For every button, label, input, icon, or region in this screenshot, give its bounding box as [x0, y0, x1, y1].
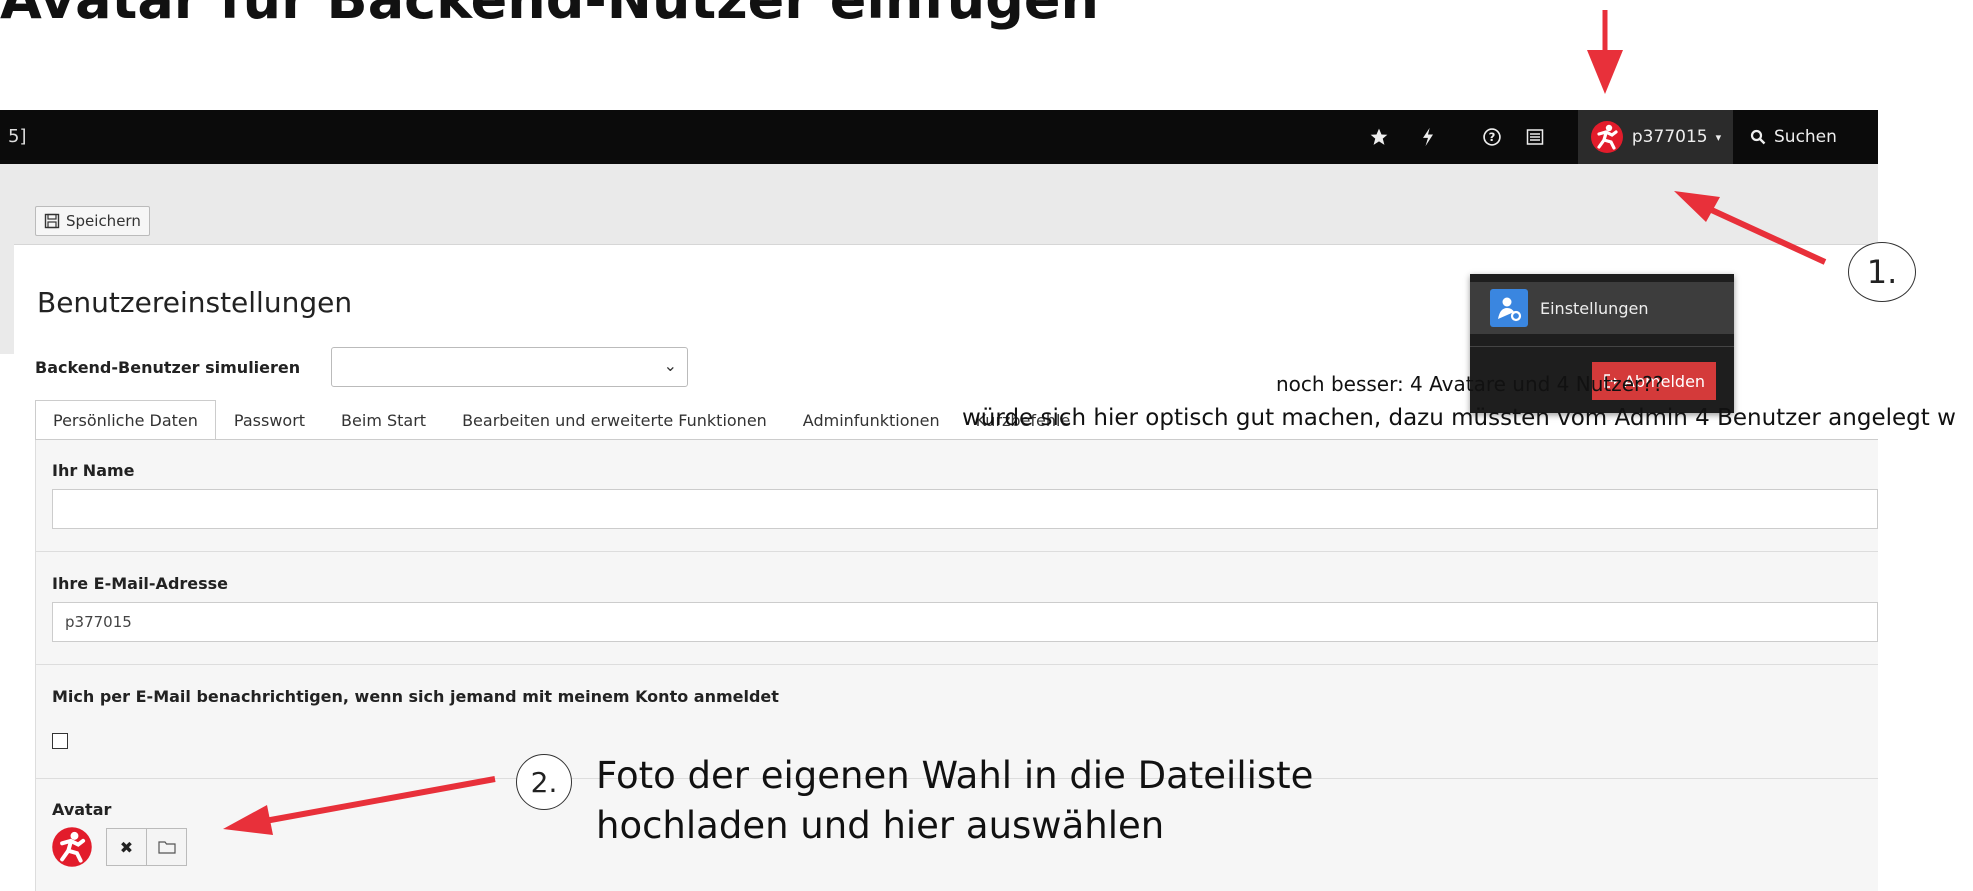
avatar-actions: ✖ — [106, 828, 187, 866]
avatar-icon — [1590, 121, 1623, 153]
step-2-label: 2. — [530, 765, 558, 799]
close-icon: ✖ — [119, 837, 134, 857]
select-avatar-button[interactable] — [147, 829, 186, 865]
email-value: p377015 — [65, 613, 132, 631]
annotation-note-2: würde sich hier optisch gut machen, dazu… — [962, 405, 1956, 431]
top-toolbar: 5] ? p377015 ▾ Suchen — [0, 110, 1878, 164]
user-settings-icon — [1490, 289, 1528, 327]
top-arrow — [1587, 10, 1623, 94]
tab-label: Beim Start — [341, 410, 427, 430]
notify-label: Mich per E-Mail benachrichtigen, wenn si… — [52, 687, 779, 706]
bookmarks-button[interactable] — [1354, 110, 1404, 164]
arrow-to-avatar — [223, 776, 496, 835]
simulate-user-select[interactable]: ⌄ — [331, 347, 688, 387]
svg-text:?: ? — [1489, 130, 1496, 144]
instruction-line-2: hochladen und hier auswählen — [596, 804, 1165, 847]
simulate-user-label: Backend-Benutzer simulieren — [35, 358, 301, 377]
step-1-label: 1. — [1866, 253, 1898, 291]
system-info-button[interactable] — [1514, 110, 1556, 164]
field-divider — [35, 551, 1878, 552]
help-button[interactable]: ? — [1470, 110, 1514, 164]
instruction-line-1: Foto der eigenen Wahl in die Dateiliste — [596, 754, 1314, 797]
tab-bar: Persönliche Daten Passwort Beim Start Be… — [35, 400, 1088, 440]
topbar-left-text: 5] — [8, 126, 27, 147]
remove-avatar-button[interactable]: ✖ — [107, 829, 147, 865]
tab-label: Persönliche Daten — [53, 410, 198, 430]
tab-label: Adminfunktionen — [802, 410, 940, 430]
search-button[interactable]: Suchen — [1738, 110, 1868, 164]
chevron-down-icon: ⌄ — [663, 356, 677, 375]
menu-divider — [1470, 346, 1734, 347]
slide-title: Avatar für Backend-Nutzer einfügen — [0, 0, 1099, 29]
save-button[interactable]: Speichern — [35, 206, 150, 236]
notify-checkbox[interactable] — [52, 733, 68, 749]
username-label: p377015 — [1631, 127, 1708, 147]
help-icon: ? — [1483, 128, 1501, 146]
folder-icon — [157, 841, 176, 854]
cache-button[interactable] — [1404, 110, 1452, 164]
tab-admin-functions[interactable]: Adminfunktionen — [785, 400, 958, 440]
bolt-icon — [1423, 127, 1433, 147]
caret-down-icon: ▾ — [1715, 130, 1722, 144]
step-2-marker: 2. — [516, 754, 572, 810]
list-icon — [1526, 129, 1544, 145]
settings-label: Einstellungen — [1540, 298, 1649, 318]
name-field[interactable] — [52, 489, 1878, 529]
save-icon — [44, 213, 60, 229]
name-label: Ihr Name — [52, 461, 135, 480]
page-title: Benutzereinstellungen — [37, 286, 353, 319]
email-label: Ihre E-Mail-Adresse — [52, 574, 229, 593]
search-label: Suchen — [1774, 127, 1837, 147]
tab-label: Passwort — [233, 410, 306, 430]
tab-edit-advanced[interactable]: Bearbeiten und erweiterte Funktionen — [444, 400, 785, 440]
tab-label: Bearbeiten und erweiterte Funktionen — [462, 410, 767, 430]
settings-menu-item[interactable]: Einstellungen — [1470, 282, 1734, 334]
avatar-image — [52, 827, 92, 867]
arrow-to-settings — [1674, 191, 1827, 265]
star-icon — [1370, 128, 1388, 145]
tab-startup[interactable]: Beim Start — [323, 400, 444, 440]
save-label: Speichern — [66, 212, 141, 230]
tab-password[interactable]: Passwort — [216, 400, 323, 440]
tab-personal-data[interactable]: Persönliche Daten — [35, 400, 216, 440]
search-icon — [1750, 129, 1766, 145]
email-field[interactable]: p377015 — [52, 602, 1878, 642]
annotation-note-1: noch besser: 4 Avatare und 4 Nutzer?? — [1276, 372, 1664, 396]
user-menu-toggle[interactable]: p377015 ▾ — [1578, 110, 1733, 164]
avatar-label: Avatar — [52, 800, 112, 819]
field-divider — [35, 664, 1878, 665]
